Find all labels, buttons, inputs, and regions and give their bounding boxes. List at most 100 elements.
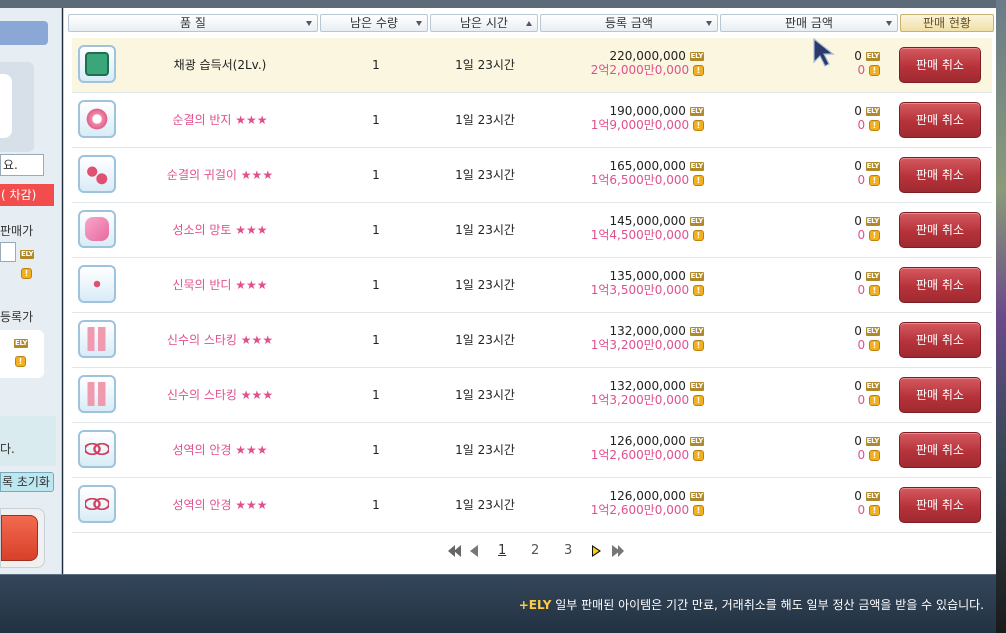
header-label: 남은 수량	[350, 16, 398, 30]
sale-won-value: 0	[857, 63, 866, 77]
table-row[interactable]: 채광 습득서(2Lv.) 1 1일 23시간 220,000,000 ELY 2…	[72, 38, 992, 93]
cancel-sale-button[interactable]: 판매 취소	[899, 322, 981, 358]
item-name-text: 성소의 망토	[172, 223, 232, 237]
coin-icon: !	[693, 120, 704, 131]
remaining-qty: 1	[372, 388, 380, 402]
cancel-sale-button[interactable]: 판매 취소	[899, 267, 981, 303]
cancel-sale-button[interactable]: 판매 취소	[899, 102, 981, 138]
header-label: 등록 금액	[605, 16, 653, 30]
ely-badge: ELY	[689, 107, 704, 116]
remaining-qty: 1	[372, 333, 380, 347]
item-icon-frame[interactable]	[78, 100, 116, 138]
sort-remaining-qty-header[interactable]: 남은 수량	[320, 14, 428, 32]
register-price-won: 1억2,600만0,000 !	[540, 448, 704, 462]
page-2-link[interactable]: 2	[531, 543, 539, 558]
ely-badge: ELY	[865, 217, 880, 226]
sale-status-header: 판매 현황	[900, 14, 994, 32]
price-value: 220,000,000	[609, 49, 686, 63]
price-won-value: 1억3,200만0,000	[590, 393, 690, 407]
left-panel-tab[interactable]	[0, 21, 48, 45]
register-price: 135,000,000 ELY 1억3,500만0,000 !	[540, 269, 708, 303]
sale-value: 0	[854, 324, 862, 338]
sort-up-icon	[526, 21, 532, 26]
sale-price: 0 ELY 0 !	[792, 379, 892, 413]
earring-icon	[85, 162, 109, 186]
item-icon-frame[interactable]	[78, 375, 116, 413]
ely-badge: ELY	[689, 382, 704, 391]
seller-price-input[interactable]	[0, 242, 16, 262]
table-row[interactable]: 성역의 안경 ★★★ 1 1일 23시간 126,000,000 ELY 1억2…	[72, 478, 992, 533]
price-value: 145,000,000	[609, 214, 686, 228]
table-row[interactable]: 성소의 망토 ★★★ 1 1일 23시간 145,000,000 ELY 1억4…	[72, 203, 992, 258]
sort-down-icon	[886, 21, 892, 26]
price-won-value: 1억3,200만0,000	[590, 338, 690, 352]
price-value: 135,000,000	[609, 269, 686, 283]
item-icon-frame[interactable]	[78, 320, 116, 358]
info-text: 다.	[0, 442, 15, 456]
item-icon-frame[interactable]	[78, 45, 116, 83]
prev-page-icon[interactable]	[470, 545, 478, 557]
sort-remaining-time-header[interactable]: 남은 시간	[430, 14, 538, 32]
page-3-link[interactable]: 3	[564, 543, 572, 558]
remaining-qty: 1	[372, 113, 380, 127]
price-won-value: 1억6,500만0,000	[590, 173, 690, 187]
cape-icon	[85, 217, 109, 241]
table-row[interactable]: 순결의 귀걸이 ★★★ 1 1일 23시간 165,000,000 ELY 1억…	[72, 148, 992, 203]
ely-badge: ELY	[865, 327, 880, 336]
item-name-text: 신묵의 반디	[172, 278, 232, 292]
item-icon-frame[interactable]	[78, 430, 116, 468]
item-icon-frame[interactable]	[78, 155, 116, 193]
ely-badge: ELY	[689, 492, 704, 501]
rarity-stars: ★★★	[235, 498, 268, 512]
sale-value: 0	[854, 104, 862, 118]
remaining-time: 1일 23시간	[455, 388, 515, 402]
deduction-notice: ( 차감)	[0, 184, 54, 206]
sort-sale-price-header[interactable]: 판매 금액	[720, 14, 898, 32]
table-row[interactable]: 신묵의 반디 ★★★ 1 1일 23시간 135,000,000 ELY 1억3…	[72, 258, 992, 313]
reset-button[interactable]: 록 초기화	[0, 472, 54, 492]
item-name-text: 신수의 스타킹	[166, 388, 237, 402]
cancel-sale-button[interactable]: 판매 취소	[899, 47, 981, 83]
cancel-sale-button[interactable]: 판매 취소	[899, 157, 981, 193]
register-price-ely: 132,000,000 ELY	[540, 324, 704, 338]
background-scene	[996, 0, 1006, 633]
sort-quality-header[interactable]: 품 질	[68, 14, 318, 32]
sort-register-price-header[interactable]: 등록 금액	[540, 14, 718, 32]
table-row[interactable]: 성역의 안경 ★★★ 1 1일 23시간 126,000,000 ELY 1억2…	[72, 423, 992, 478]
table-row[interactable]: 신수의 스타킹 ★★★ 1 1일 23시간 132,000,000 ELY 1억…	[72, 313, 992, 368]
item-icon-frame[interactable]	[78, 485, 116, 523]
price-value: 165,000,000	[609, 159, 686, 173]
rarity-stars: ★★★	[240, 168, 274, 182]
price-value: 126,000,000	[609, 489, 686, 503]
cancel-sale-button[interactable]: 판매 취소	[899, 377, 981, 413]
cancel-sale-button[interactable]: 판매 취소	[899, 432, 981, 468]
coin-icon: !	[15, 356, 26, 367]
sale-price-ely: 0 ELY	[792, 324, 880, 338]
item-name-text: 순결의 귀걸이	[166, 168, 237, 182]
sale-value: 0	[854, 489, 862, 503]
cancel-sale-button[interactable]: 판매 취소	[899, 212, 981, 248]
item-name-text: 순결의 반지	[172, 113, 232, 127]
sale-price-ely: 0 ELY	[792, 379, 880, 393]
price-value: 132,000,000	[609, 379, 686, 393]
price-won-value: 1억2,600만0,000	[590, 503, 690, 517]
item-name: 채광 습득서(2Lv.)	[122, 38, 318, 93]
cancel-sale-button[interactable]: 판매 취소	[899, 487, 981, 523]
left-text-field[interactable]: 요.	[0, 154, 44, 176]
item-icon-frame[interactable]	[78, 265, 116, 303]
sale-price: 0 ELY 0 !	[792, 269, 892, 303]
info-box: 다.	[0, 416, 56, 466]
item-slot[interactable]	[0, 74, 12, 138]
page-1-link[interactable]: 1	[498, 543, 506, 558]
register-button[interactable]	[1, 515, 38, 561]
first-page-icon	[454, 545, 461, 557]
ely-badge: ELY	[865, 162, 880, 171]
register-price-ely: 165,000,000 ELY	[540, 159, 704, 173]
table-row[interactable]: 순결의 반지 ★★★ 1 1일 23시간 190,000,000 ELY 1억9…	[72, 93, 992, 148]
coin-icon: !	[693, 230, 704, 241]
coin-icon: !	[869, 450, 880, 461]
table-row[interactable]: 신수의 스타킹 ★★★ 1 1일 23시간 132,000,000 ELY 1억…	[72, 368, 992, 423]
item-icon-frame[interactable]	[78, 210, 116, 248]
register-price-won: 1억9,000만0,000 !	[540, 118, 704, 132]
remaining-time: 1일 23시간	[455, 278, 515, 292]
